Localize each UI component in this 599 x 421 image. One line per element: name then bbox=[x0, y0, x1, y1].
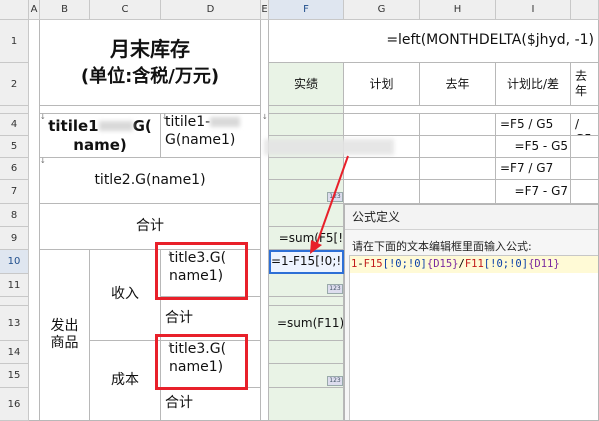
column-header-e[interactable]: E bbox=[261, 0, 269, 20]
cell-i4[interactable]: =F5 / G5 bbox=[496, 114, 571, 136]
titile1-suffix: G( bbox=[132, 116, 152, 135]
row-header-12[interactable] bbox=[0, 297, 29, 306]
cell-j4[interactable]: =F5 / G5 bbox=[571, 114, 599, 136]
cell-f4[interactable] bbox=[269, 114, 344, 136]
down-marker-icon: ↓ bbox=[40, 157, 46, 165]
column-header-d[interactable]: D bbox=[161, 0, 261, 20]
row-header-2[interactable]: 2 bbox=[0, 63, 29, 106]
cell-j5[interactable] bbox=[571, 136, 599, 158]
row-header-11[interactable]: 11 bbox=[0, 274, 29, 297]
column-header-g[interactable]: G bbox=[344, 0, 420, 20]
expand-marker-icon: 123 bbox=[327, 376, 343, 386]
title3-cost-highlight bbox=[155, 334, 248, 390]
goods-label: 发出 商品 bbox=[50, 317, 79, 352]
row-header-1[interactable]: 1 bbox=[0, 20, 29, 63]
titile1-b-label: titile1- bbox=[165, 114, 211, 130]
formula-editor[interactable]: 1-F15[!0;!0]{D15}/F11[!0;!0]{D11} bbox=[349, 255, 598, 420]
cell-i7[interactable]: =F7 - G7 bbox=[496, 180, 571, 204]
row-header-10[interactable]: 10 bbox=[0, 250, 29, 274]
header-actual[interactable]: 实绩 bbox=[269, 63, 344, 106]
column-header-h[interactable]: H bbox=[420, 0, 496, 20]
row-header-13[interactable]: 13 bbox=[0, 306, 29, 341]
expand-marker-icon: 123 bbox=[327, 284, 343, 294]
row-header-14[interactable]: 14 bbox=[0, 341, 29, 364]
month-formula-cell[interactable]: =left(MONTHDELTA($jhyd, -1) bbox=[269, 20, 599, 63]
column-header-i[interactable]: I bbox=[496, 0, 571, 20]
spacer-row-3-f[interactable] bbox=[269, 106, 344, 114]
column-header-j[interactable] bbox=[571, 0, 599, 20]
dialog-title: 公式定义 bbox=[345, 205, 598, 230]
titile1-label: titile1 bbox=[48, 116, 99, 135]
header-last-year-2[interactable]: 去年 bbox=[571, 63, 599, 106]
column-header-c[interactable]: C bbox=[90, 0, 161, 20]
cell-g4[interactable] bbox=[344, 114, 420, 136]
down-marker-icon: ↓ bbox=[262, 113, 268, 121]
down-marker-icon: ↓ bbox=[162, 113, 168, 121]
row-header-16[interactable]: 16 bbox=[0, 388, 29, 421]
header-plan[interactable]: 计划 bbox=[344, 63, 420, 106]
cell-h5[interactable] bbox=[420, 136, 496, 158]
row-header-9[interactable]: 9 bbox=[0, 227, 29, 250]
titile1-name-cell[interactable]: titile1 G( name) bbox=[40, 114, 161, 158]
cost-label-cell[interactable]: 成本 bbox=[90, 341, 161, 421]
report-title-cell[interactable]: 月末库存 (单位:含税/万元) bbox=[40, 20, 261, 106]
row-header-8[interactable]: 8 bbox=[0, 204, 29, 227]
cell-f13[interactable]: =sum(F11) bbox=[269, 306, 344, 341]
column-header-b[interactable]: B bbox=[40, 0, 90, 20]
row-header-4[interactable]: 4 bbox=[0, 114, 29, 136]
spacer-row-3[interactable] bbox=[40, 106, 261, 114]
titile1-b-name: G(name1) bbox=[165, 131, 236, 148]
spacer-row-3-rest[interactable] bbox=[344, 106, 599, 114]
row-header-3[interactable] bbox=[0, 106, 29, 114]
cell-i6[interactable]: =F7 / G7 bbox=[496, 158, 571, 180]
report-title: 月末库存 bbox=[110, 36, 190, 61]
cell-f12[interactable] bbox=[269, 297, 344, 306]
cell-h7[interactable] bbox=[420, 180, 496, 204]
down-marker-icon: ↓ bbox=[40, 113, 46, 121]
title3-income-highlight bbox=[155, 242, 248, 300]
header-last-year[interactable]: 去年 bbox=[420, 63, 496, 106]
cell-j6[interactable] bbox=[571, 158, 599, 180]
goods-label-cell[interactable]: 发出 商品 bbox=[40, 250, 90, 421]
header-plan-ratio[interactable]: 计划比/差 bbox=[496, 63, 571, 106]
formula-dialog[interactable]: 公式定义 请在下面的文本编辑框里面输入公式: 1-F15[!0;!0]{D15}… bbox=[344, 204, 599, 421]
income-label-cell[interactable]: 收入 bbox=[90, 250, 161, 341]
column-e-cells[interactable] bbox=[261, 20, 269, 421]
cell-f14[interactable] bbox=[269, 341, 344, 364]
dialog-prompt: 请在下面的文本编辑框里面输入公式: bbox=[352, 240, 532, 253]
report-subtitle: (单位:含税/万元) bbox=[80, 65, 220, 87]
row-header-5[interactable]: 5 bbox=[0, 136, 29, 158]
column-header-f[interactable]: F bbox=[269, 0, 344, 20]
select-all-corner[interactable] bbox=[0, 0, 29, 20]
title2-cell[interactable]: title2.G(name1) bbox=[40, 158, 261, 204]
cost-subtotal-cell[interactable]: 合计 bbox=[161, 388, 261, 421]
row-header-15[interactable]: 15 bbox=[0, 364, 29, 388]
column-header-a[interactable]: A bbox=[29, 0, 40, 20]
cell-i5[interactable]: =F5 - G5 bbox=[496, 136, 571, 158]
titile1-name1-cell[interactable]: titile1- G(name1) bbox=[161, 114, 261, 158]
row-header-6[interactable]: 6 bbox=[0, 158, 29, 180]
cell-h6[interactable] bbox=[420, 158, 496, 180]
titile1-name: name) bbox=[73, 135, 127, 154]
row-header-7[interactable]: 7 bbox=[0, 180, 29, 204]
formula-text[interactable]: 1-F15[!0;!0]{D15}/F11[!0;!0]{D11} bbox=[350, 256, 598, 273]
cell-f16[interactable] bbox=[269, 388, 344, 421]
column-a-cells[interactable] bbox=[29, 20, 40, 421]
cell-j7[interactable] bbox=[571, 180, 599, 204]
cell-h4[interactable] bbox=[420, 114, 496, 136]
